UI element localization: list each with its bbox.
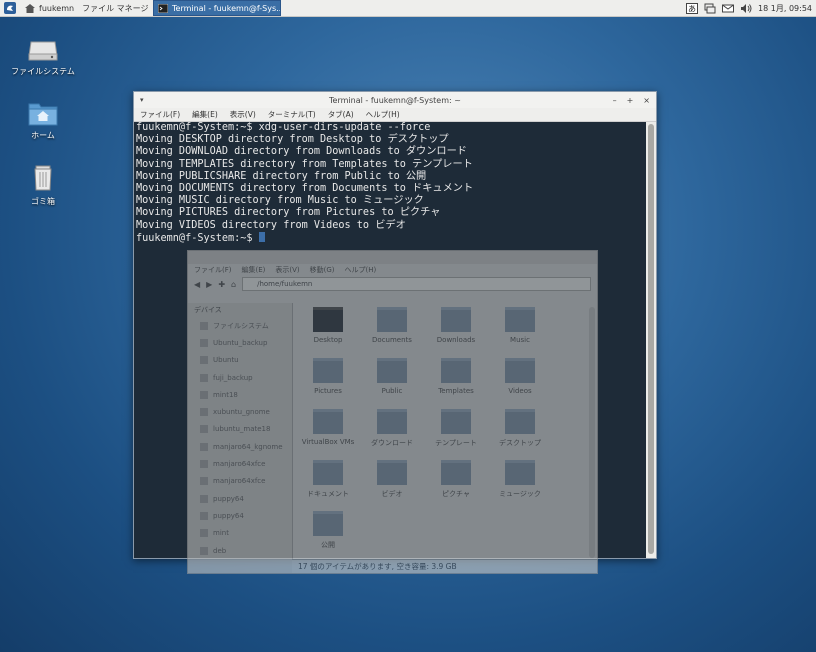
terminal-icon — [158, 3, 168, 13]
menu-edit[interactable]: 編集(E) — [192, 109, 218, 120]
volume-icon[interactable] — [740, 3, 752, 14]
terminal-line: Moving DOCUMENTS directory from Document… — [136, 183, 474, 195]
menu-view[interactable]: 表示(V) — [230, 109, 256, 120]
menu-terminal[interactable]: ターミナル(T) — [268, 109, 316, 120]
desktop-icon-filesystem-label: ファイルシステム — [11, 67, 75, 76]
terminal-output[interactable]: fuukemn@f-System:~$ xdg-user-dirs-update… — [134, 122, 646, 558]
terminal-line: Moving DOWNLOAD directory from Downloads… — [136, 146, 467, 158]
terminal-line: Moving PUBLICSHARE directory from Public… — [136, 170, 427, 182]
scrollbar-thumb[interactable] — [648, 124, 654, 554]
svg-text:あ: あ — [688, 4, 696, 13]
app-menu-icon[interactable] — [3, 1, 17, 15]
home-icon — [25, 3, 35, 13]
desktop-icon-home[interactable]: ホーム — [8, 100, 78, 141]
terminal-line: fuukemn@f-System:~$ xdg-user-dirs-update… — [136, 122, 431, 133]
desktop-icon-trash[interactable]: ゴミ箱 — [8, 162, 78, 207]
taskbar-file-manager[interactable]: fuukemn ファイル マネージ... — [21, 1, 149, 15]
desktop-icon-trash-label: ゴミ箱 — [31, 197, 55, 206]
clock[interactable]: 18 1月, 09:54 — [758, 3, 812, 14]
trash-icon — [34, 165, 52, 191]
fm-statusbar: 17 個のアイテムがあります, 空き容量: 3.9 GB — [292, 559, 597, 573]
home-folder-icon — [28, 103, 58, 126]
menu-tabs[interactable]: タブ(A) — [328, 109, 354, 120]
terminal-title: Terminal - fuukemn@f-System: ~ — [329, 95, 461, 105]
terminal-titlebar[interactable]: ▾ Terminal - fuukemn@f-System: ~ – + × — [134, 92, 656, 108]
taskbar-terminal[interactable]: Terminal - fuukemn@f-Sys... — [153, 0, 281, 16]
terminal-scrollbar[interactable] — [646, 122, 656, 558]
terminal-prompt-line: fuukemn@f-System:~$ — [134, 231, 646, 245]
terminal-line: Moving TEMPLATES directory from Template… — [136, 158, 473, 170]
desktop-icon-filesystem[interactable]: ファイルシステム — [8, 36, 78, 77]
taskbar-terminal-label: Terminal - fuukemn@f-Sys... — [172, 3, 281, 13]
terminal-line: Moving PICTURES directory from Pictures … — [136, 207, 441, 219]
minimize-button[interactable]: – — [613, 96, 617, 105]
maximize-button[interactable]: + — [627, 96, 634, 105]
top-panel: fuukemn ファイル マネージ... Terminal - fuukemn@… — [0, 0, 816, 17]
text-cursor — [258, 231, 265, 242]
mail-icon[interactable] — [722, 3, 735, 14]
terminal-window: ▾ Terminal - fuukemn@f-System: ~ – + × フ… — [133, 91, 657, 574]
close-button[interactable]: × — [643, 96, 650, 105]
network-icon[interactable] — [704, 3, 716, 14]
terminal-menubar: ファイル(F) 編集(E) 表示(V) ターミナル(T) タブ(A) ヘルプ(H… — [134, 108, 656, 122]
menu-help[interactable]: ヘルプ(H) — [366, 109, 400, 120]
keyboard-icon[interactable]: あ — [686, 2, 699, 14]
taskbar-file-manager-label: fuukemn ファイル マネージ... — [39, 3, 149, 13]
drive-icon — [28, 41, 58, 61]
terminal-line: Moving VIDEOS directory from Videos to ビ… — [136, 219, 406, 231]
terminal-line: Moving MUSIC directory from Music to ミュー… — [136, 195, 424, 207]
terminal-line: Moving DESKTOP directory from Desktop to… — [136, 134, 449, 146]
desktop-icon-home-label: ホーム — [31, 131, 55, 140]
menu-file[interactable]: ファイル(F) — [140, 109, 180, 120]
terminal-prompt: fuukemn@f-System:~$ — [136, 232, 259, 244]
